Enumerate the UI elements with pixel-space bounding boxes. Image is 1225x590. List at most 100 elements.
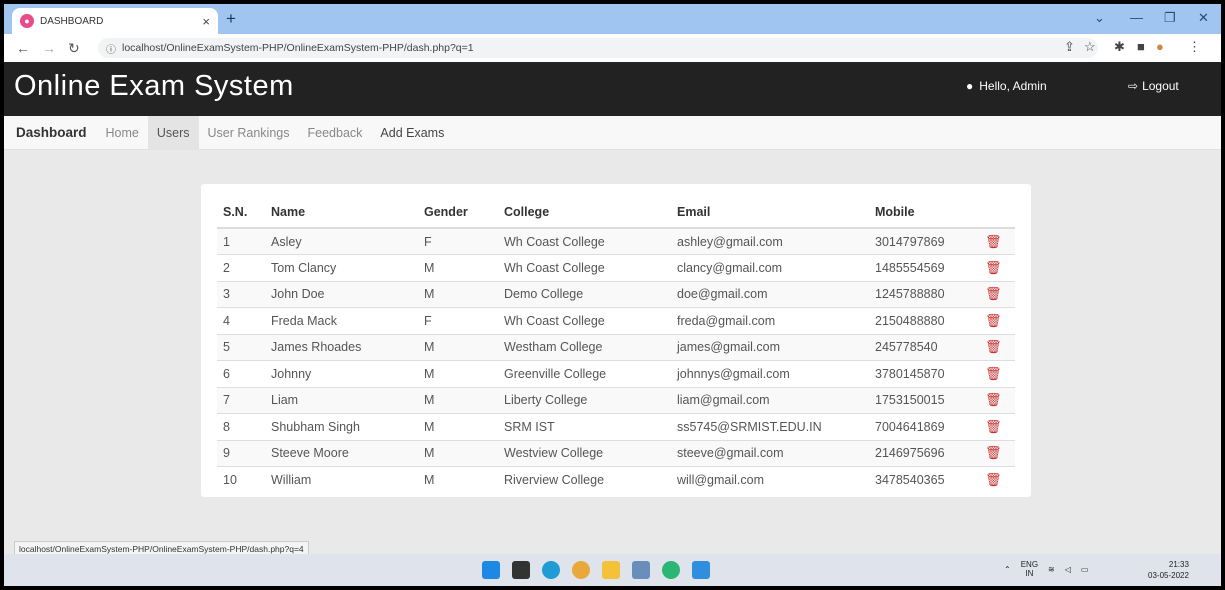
cell-email: johnnys@gmail.com	[671, 360, 869, 387]
logout-link[interactable]: ⇨ Logout	[1128, 79, 1179, 93]
favicon-icon: ●	[20, 14, 34, 28]
nav-users[interactable]: Users	[147, 115, 199, 150]
cell-mobile: 7004641869	[869, 413, 979, 440]
delete-icon[interactable]: 🗑	[985, 313, 1002, 328]
cell-gender: M	[418, 386, 498, 414]
delete-icon[interactable]: 🗑	[985, 445, 1002, 460]
browser-tab[interactable]: ● DASHBOARD ×	[12, 8, 218, 34]
delete-icon[interactable]: 🗑	[985, 339, 1002, 354]
delete-cell: 🗑	[979, 360, 1015, 387]
vscode-icon[interactable]	[692, 561, 710, 579]
cell-college: Wh Coast College	[498, 254, 671, 281]
extensions-icon[interactable]: ✱	[1114, 39, 1125, 55]
col-header-sn: S.N.	[217, 196, 265, 229]
delete-icon[interactable]: 🗑	[985, 472, 1002, 487]
wifi-icon[interactable]: ≋	[1048, 565, 1055, 574]
cell-gender: M	[418, 466, 498, 493]
app-icon[interactable]	[632, 561, 650, 579]
nav-add-exams[interactable]: Add Exams	[371, 116, 453, 150]
new-tab-icon[interactable]: +	[226, 9, 236, 29]
tab-search-icon[interactable]: ⌄	[1094, 10, 1105, 26]
delete-cell: 🗑	[979, 254, 1015, 281]
task-view-icon[interactable]	[512, 561, 530, 579]
volume-icon[interactable]: ◁	[1065, 565, 1071, 574]
menu-kebab-icon[interactable]: ⋮	[1188, 39, 1201, 55]
cell-sn: 10	[217, 466, 265, 493]
cell-name: William	[265, 466, 418, 493]
cell-college: Greenville College	[498, 360, 671, 387]
col-header-gender: Gender	[418, 196, 498, 229]
minimize-icon[interactable]: —	[1130, 10, 1143, 25]
cell-mobile: 1245788880	[869, 280, 979, 308]
nav-user-rankings[interactable]: User Rankings	[199, 116, 299, 150]
nav-brand[interactable]: Dashboard	[16, 125, 87, 140]
cell-mobile: 1485554569	[869, 254, 979, 281]
file-explorer-icon[interactable]	[602, 561, 620, 579]
delete-icon[interactable]: 🗑	[985, 366, 1002, 381]
language-indicator[interactable]: ENG IN	[1021, 560, 1038, 578]
cell-name: John Doe	[265, 280, 418, 308]
cell-email: will@gmail.com	[671, 466, 869, 493]
app-header: Online Exam System ● Hello, Admin ⇨ Logo…	[4, 62, 1221, 116]
edge-icon[interactable]	[542, 561, 560, 579]
windows-start-icon[interactable]	[482, 561, 500, 579]
forward-icon[interactable]: →	[42, 40, 56, 56]
cell-college: Demo College	[498, 280, 671, 308]
taskbar: ⌃ ENG IN ≋ ◁ ▭ 21:33 03-05-2022	[4, 554, 1221, 586]
bookmark-star-icon[interactable]: ☆	[1084, 39, 1096, 55]
cell-name: Tom Clancy	[265, 254, 418, 281]
table-row: 3 John Doe M Demo College doe@gmail.com …	[217, 280, 1015, 308]
cell-sn: 3	[217, 280, 265, 308]
cell-name: Freda Mack	[265, 307, 418, 334]
col-header-college: College	[498, 196, 671, 229]
table-row: 8 Shubham Singh M SRM IST ss5745@SRMIST.…	[217, 413, 1015, 440]
chrome-icon[interactable]	[572, 561, 590, 579]
cell-college: Westham College	[498, 333, 671, 361]
tray-chevron-icon[interactable]: ⌃	[1004, 565, 1011, 574]
delete-icon[interactable]: 🗑	[985, 260, 1002, 275]
delete-cell: 🗑	[979, 307, 1015, 334]
cell-sn: 7	[217, 386, 265, 414]
back-icon[interactable]: ←	[16, 40, 30, 56]
cell-sn: 9	[217, 439, 265, 467]
close-window-icon[interactable]: ✕	[1198, 10, 1209, 26]
delete-icon[interactable]: 🗑	[985, 419, 1002, 434]
delete-icon[interactable]: 🗑	[985, 392, 1002, 407]
maximize-icon[interactable]: ❐	[1164, 10, 1176, 26]
nav-home[interactable]: Home	[97, 116, 148, 150]
nav-feedback[interactable]: Feedback	[299, 116, 372, 150]
profile-icon[interactable]: ●	[1156, 39, 1164, 54]
reload-icon[interactable]: ↻	[68, 40, 80, 57]
cell-email: steeve@gmail.com	[671, 439, 869, 467]
cell-gender: M	[418, 439, 498, 467]
delete-icon[interactable]: 🗑	[985, 286, 1002, 301]
clock[interactable]: 21:33 03-05-2022	[1148, 559, 1189, 581]
table-row: 7 Liam M Liberty College liam@gmail.com …	[217, 386, 1015, 414]
side-panel-icon[interactable]: ■	[1137, 39, 1145, 54]
table-row: 4 Freda Mack F Wh Coast College freda@gm…	[217, 307, 1015, 334]
col-header-email: Email	[671, 196, 869, 229]
col-header-action	[979, 196, 1015, 229]
cell-gender: M	[418, 413, 498, 440]
cell-sn: 6	[217, 360, 265, 387]
share-icon[interactable]: ⇪	[1064, 39, 1075, 55]
logout-icon: ⇨	[1128, 79, 1139, 93]
info-icon[interactable]: ⓘ	[106, 41, 116, 56]
whatsapp-icon[interactable]	[662, 561, 680, 579]
table-row: 6 Johnny M Greenville College johnnys@gm…	[217, 360, 1015, 387]
cell-sn: 4	[217, 307, 265, 334]
browser-toolbar: ← → ↻ ⓘ localhost/OnlineExamSystem-PHP/O…	[4, 34, 1221, 62]
close-tab-icon[interactable]: ×	[202, 14, 210, 29]
table-row: 10 William M Riverview College will@gmai…	[217, 466, 1015, 493]
address-bar[interactable]: ⓘ localhost/OnlineExamSystem-PHP/OnlineE…	[98, 38, 1098, 58]
cell-email: ss5745@SRMIST.EDU.IN	[671, 413, 869, 440]
cell-mobile: 1753150015	[869, 386, 979, 414]
table-row: 1 Asley F Wh Coast College ashley@gmail.…	[217, 227, 1015, 255]
cell-email: freda@gmail.com	[671, 307, 869, 334]
cell-mobile: 3478540365	[869, 466, 979, 493]
cell-name: James Rhoades	[265, 333, 418, 361]
battery-icon[interactable]: ▭	[1081, 565, 1089, 574]
cell-college: Westview College	[498, 439, 671, 467]
table-row: 5 James Rhoades M Westham College james@…	[217, 333, 1015, 361]
delete-icon[interactable]: 🗑	[985, 234, 1002, 249]
